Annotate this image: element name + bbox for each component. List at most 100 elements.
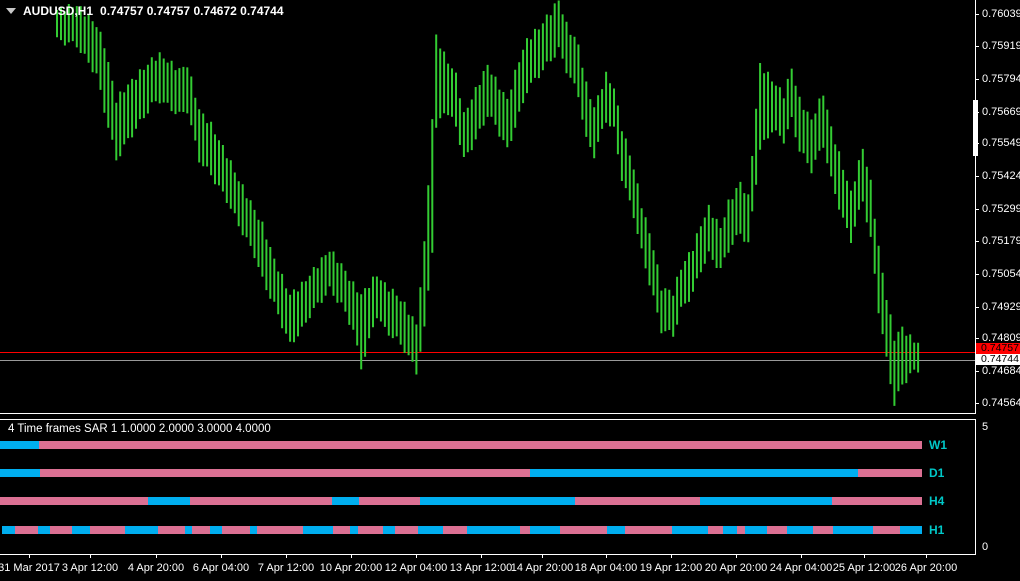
price-axis-tick <box>976 241 979 242</box>
sar-segment-blue <box>148 497 190 505</box>
time-axis-tick <box>29 555 30 558</box>
chevron-down-icon[interactable] <box>6 8 16 14</box>
sar-segment-pink <box>190 497 332 505</box>
time-axis-tick <box>416 555 417 558</box>
sar-segment-pink <box>15 526 38 534</box>
price-axis-tick <box>976 14 979 15</box>
sar-segment-blue <box>607 526 625 534</box>
symbol-timeframe-label: AUDUSD,H1 <box>23 4 94 18</box>
sar-segment-blue <box>467 526 520 534</box>
sar-segment-blue <box>900 526 922 534</box>
sar-segment-pink <box>222 526 250 534</box>
sar-segment-pink <box>358 526 383 534</box>
sar-segment-pink <box>39 441 922 449</box>
price-axis-label: 0.75549 <box>982 137 1020 149</box>
price-chart-area[interactable]: AUDUSD,H1 0.74757 0.74757 0.74672 0.7474… <box>0 0 975 413</box>
sar-segment-blue <box>0 441 39 449</box>
sar-segment-blue <box>125 526 158 534</box>
time-axis-tick <box>286 555 287 558</box>
time-axis[interactable]: 31 Mar 2017 3 Apr 12:00 4 Apr 20:00 6 Apr 0… <box>0 555 1020 581</box>
time-axis-label: 10 Apr 20:00 <box>319 562 383 574</box>
sar-segment-blue <box>350 526 358 534</box>
sar-segment-blue <box>700 497 832 505</box>
time-axis-label: 6 Apr 04:00 <box>192 562 250 574</box>
sar-segment-blue <box>210 526 222 534</box>
sar-segment-blue <box>418 526 443 534</box>
sar-segment-blue <box>38 526 50 534</box>
tf-row-h4: H4 <box>0 494 944 508</box>
price-axis-label: 0.74564 <box>982 397 1020 409</box>
sar-segment-pink <box>832 497 922 505</box>
time-axis-tick <box>926 555 927 558</box>
sar-segment-blue <box>745 526 767 534</box>
price-axis-label: 0.75179 <box>982 235 1020 247</box>
sar-segment-pink <box>737 526 745 534</box>
time-axis-tick <box>542 555 543 558</box>
price-axis-label: 0.75919 <box>982 40 1020 52</box>
sar-segment-pink <box>813 526 833 534</box>
time-axis-label: 13 Apr 12:00 <box>449 562 513 574</box>
price-axis-tick <box>976 274 979 275</box>
sar-segment-blue <box>787 526 813 534</box>
bid-price-tag: 0.74744 <box>976 354 1020 365</box>
sar-segment-pink <box>50 526 72 534</box>
price-axis-label: 0.75424 <box>982 170 1020 182</box>
sar-segment-pink <box>395 526 418 534</box>
main-chart-bottom-border[interactable] <box>0 413 1008 414</box>
price-axis-tick <box>976 338 979 339</box>
sar-segment-pink <box>359 497 420 505</box>
mt4-chart-window: AUDUSD,H1 0.74757 0.74757 0.74672 0.7474… <box>0 0 1020 581</box>
sar-segment-pink <box>257 526 303 534</box>
sar-segment-blue <box>250 526 257 534</box>
sar-segment-blue <box>833 526 873 534</box>
tf-label-h4: H4 <box>929 494 945 508</box>
tf-row-w1: W1 <box>0 438 947 452</box>
sar-segment-pink <box>858 469 922 477</box>
price-axis[interactable]: 0.76039 0.75919 0.75794 0.75669 0.75549 0.754… <box>973 0 1020 555</box>
price-axis-label: 0.75794 <box>982 73 1020 85</box>
sar-segment-blue <box>383 526 395 534</box>
indicator-subwindow[interactable]: 4 Time frames SAR 1 1.0000 2.0000 3.0000… <box>0 420 988 554</box>
time-axis-tick <box>90 555 91 558</box>
indicator-scale-max: 5 <box>982 421 989 433</box>
sar-segment-pink <box>192 526 210 534</box>
time-axis-label: 31 Mar 2017 <box>0 562 60 574</box>
sar-segment-blue <box>723 526 737 534</box>
price-axis-scroll-thumb[interactable] <box>973 100 978 156</box>
ohlc-quotes-label: 0.74757 0.74757 0.74672 0.74744 <box>100 4 284 18</box>
sar-segment-pink <box>575 497 700 505</box>
price-axis-tick <box>976 209 979 210</box>
time-axis-label: 26 Apr 20:00 <box>894 562 958 574</box>
price-axis-label: 0.75054 <box>982 268 1020 280</box>
sar-segment-pink <box>0 497 148 505</box>
tf-label-d1: D1 <box>929 466 945 480</box>
time-axis-label: 18 Apr 04:00 <box>574 562 638 574</box>
time-axis-label: 20 Apr 20:00 <box>704 562 768 574</box>
bid-price-value: 0.74744 <box>981 353 1019 365</box>
sar-segment-pink <box>90 526 125 534</box>
price-axis-tick <box>976 371 979 372</box>
tf-label-h1: H1 <box>929 523 945 537</box>
sar-segment-pink <box>625 526 672 534</box>
time-axis-label: 19 Apr 12:00 <box>639 562 703 574</box>
time-axis-label: 7 Apr 12:00 <box>257 562 315 574</box>
time-axis-tick <box>671 555 672 558</box>
tf-row-d1: D1 <box>0 466 944 480</box>
tf-label-w1: W1 <box>929 438 947 452</box>
price-axis-label: 0.76039 <box>982 8 1020 20</box>
sar-segment-blue <box>530 469 858 477</box>
sar-segment-pink <box>333 526 350 534</box>
sar-segment-pink <box>520 526 530 534</box>
price-axis-tick <box>976 307 979 308</box>
price-axis-tick <box>976 176 979 177</box>
sar-segment-blue <box>0 469 40 477</box>
price-axis-label: 0.75669 <box>982 106 1020 118</box>
price-axis-tick <box>976 403 979 404</box>
sar-segment-blue <box>672 526 708 534</box>
sar-segment-blue <box>185 526 192 534</box>
indicator-scale-min: 0 <box>982 541 989 553</box>
time-axis-tick <box>156 555 157 558</box>
price-axis-label: 0.74929 <box>982 301 1020 313</box>
time-axis-label: 3 Apr 12:00 <box>61 562 119 574</box>
time-axis-tick <box>481 555 482 558</box>
